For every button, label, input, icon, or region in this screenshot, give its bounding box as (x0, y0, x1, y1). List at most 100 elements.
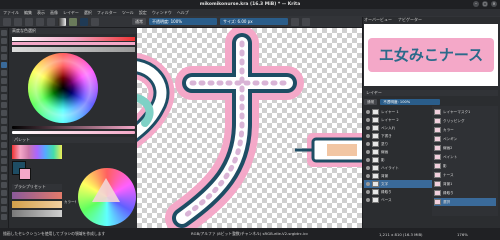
line-tool-icon[interactable] (1, 70, 7, 76)
eraser-icon[interactable] (91, 17, 99, 26)
menu-window[interactable]: ウィンドウ (152, 10, 172, 16)
layer-row[interactable]: 背景1 (434, 180, 496, 188)
layer-thumbnail (372, 117, 379, 123)
transform-tool-icon[interactable] (1, 38, 7, 44)
layer-row[interactable]: カラー (434, 126, 496, 134)
opacity-slider[interactable]: 不透明度: 100% (149, 18, 217, 25)
layer-name: レイヤー 1 (381, 109, 399, 114)
eye-icon[interactable] (366, 110, 370, 114)
reference-tool-icon[interactable] (1, 214, 7, 220)
redo-icon[interactable] (47, 17, 55, 26)
layer-row-selected[interactable]: 選択 (434, 198, 496, 206)
brush-preset-icon[interactable] (80, 17, 88, 26)
layer-opacity-slider[interactable]: 不透明度: 100% (380, 99, 441, 105)
palette-swatches[interactable] (12, 145, 62, 159)
menu-select[interactable]: 選択 (84, 10, 92, 16)
undo-icon[interactable] (36, 17, 44, 26)
new-document-icon[interactable] (3, 17, 11, 26)
brush-preset-1[interactable] (12, 192, 62, 199)
mirror-icon[interactable] (291, 17, 299, 26)
color-selector-header: 高度な色選択 (10, 28, 137, 34)
bezier-tool-icon[interactable] (1, 102, 7, 108)
menu-view[interactable]: 表示 (37, 10, 45, 16)
save-icon[interactable] (25, 17, 33, 26)
menu-tools[interactable]: ツール (122, 10, 134, 16)
crop-tool-icon[interactable] (1, 54, 7, 60)
menu-settings[interactable]: 設定 (139, 10, 147, 16)
eye-icon[interactable] (366, 142, 370, 146)
ellipse-tool-icon[interactable] (1, 86, 7, 92)
eye-icon[interactable] (366, 198, 370, 202)
drawing-canvas[interactable] (137, 28, 362, 228)
eye-icon[interactable] (366, 190, 370, 194)
eye-icon[interactable] (366, 134, 370, 138)
wrap-icon[interactable] (302, 17, 310, 26)
rectangle-tool-icon[interactable] (1, 78, 7, 84)
open-document-icon[interactable] (14, 17, 22, 26)
menu-help[interactable]: ヘルプ (177, 10, 189, 16)
gradient-tool-icon[interactable] (1, 134, 7, 140)
hue-strip[interactable] (12, 37, 135, 41)
move-tool-icon[interactable] (1, 46, 7, 52)
zoom-level[interactable]: 176% (457, 232, 468, 237)
menu-edit[interactable]: 編集 (24, 10, 32, 16)
ellipse-select-icon[interactable] (1, 158, 7, 164)
tab-navigator[interactable]: ナビゲーター (398, 17, 422, 23)
tab-overview[interactable]: オーバービュー (364, 17, 392, 23)
eye-icon[interactable] (366, 166, 370, 170)
art-syringe-liquid (327, 144, 357, 156)
select-tool-icon[interactable] (1, 30, 7, 36)
layers-header: レイヤー (366, 90, 382, 95)
eye-icon[interactable] (366, 158, 370, 162)
eye-icon[interactable] (366, 126, 370, 130)
menu-filter[interactable]: フィルター (97, 10, 117, 16)
lasso-select-icon[interactable] (1, 166, 7, 172)
layer-row[interactable]: ペイント (434, 153, 496, 161)
background-color[interactable] (19, 168, 31, 180)
rect-select-icon[interactable] (1, 150, 7, 156)
close-icon[interactable]: × (491, 1, 497, 7)
layer-name: 線画 (381, 149, 389, 154)
menu-file[interactable]: ファイル (3, 10, 19, 16)
layer-row[interactable]: クリッピング (434, 117, 496, 125)
eye-icon[interactable] (366, 182, 370, 186)
minimize-icon[interactable]: – (473, 1, 479, 7)
zoom-tool-icon[interactable] (1, 182, 7, 188)
value-slider[interactable] (12, 126, 135, 129)
freehand-path-icon[interactable] (1, 110, 7, 116)
brush-preset-2[interactable] (12, 201, 62, 208)
eye-icon[interactable] (366, 174, 370, 178)
hsv-triangle[interactable] (92, 178, 120, 202)
layer-row[interactable]: ペンギン (434, 135, 496, 143)
layer-row[interactable]: レイヤーマスク1 (434, 108, 496, 116)
layer-row[interactable]: 縁取り (434, 189, 496, 197)
polygon-tool-icon[interactable] (1, 94, 7, 100)
magic-wand-icon[interactable] (1, 174, 7, 180)
layer-row[interactable]: ナース (434, 171, 496, 179)
layer-row-selected[interactable]: 文字 (364, 180, 432, 188)
current-color-swatch (12, 42, 135, 45)
color-history-strip[interactable] (12, 47, 135, 52)
maximize-icon[interactable]: □ (482, 1, 488, 7)
menu-image[interactable]: 画像 (50, 10, 58, 16)
assistant-tool-icon[interactable] (1, 198, 7, 204)
eye-icon[interactable] (366, 150, 370, 154)
pattern-icon[interactable] (69, 17, 77, 26)
saturation-slider[interactable] (12, 131, 135, 134)
blend-mode-select[interactable]: 通常 (132, 18, 146, 25)
fill-tool-icon[interactable] (1, 126, 7, 132)
text-tool-icon[interactable] (1, 118, 7, 124)
pan-tool-icon[interactable] (1, 190, 7, 196)
gradient-icon[interactable] (58, 17, 66, 26)
color-picker-icon[interactable] (1, 142, 7, 148)
measure-tool-icon[interactable] (1, 206, 7, 212)
brush-tool-icon[interactable] (1, 62, 7, 68)
layer-blend-select[interactable]: 通常 (364, 99, 378, 105)
size-slider[interactable]: サイズ: 6.00 px (220, 18, 288, 25)
brush-preset-3[interactable] (12, 210, 62, 217)
menu-layer[interactable]: レイヤー (63, 10, 79, 16)
layer-row[interactable]: 影 (434, 162, 496, 170)
eye-icon[interactable] (366, 118, 370, 122)
palette-header-bar: パレット (12, 137, 135, 143)
layer-row[interactable]: 線画2 (434, 144, 496, 152)
